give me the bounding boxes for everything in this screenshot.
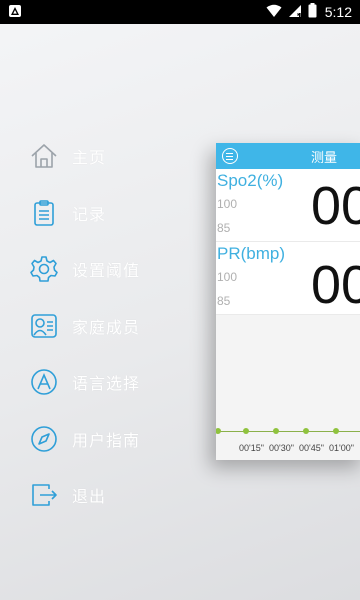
clipboard-icon [28, 197, 60, 229]
pr-low-limit: 85 [217, 294, 231, 308]
menu-toggle-icon[interactable] [222, 148, 238, 164]
measurement-title: 测量 [311, 151, 338, 166]
time-tick-label: 01'00" [329, 443, 354, 453]
menu-item-label: 设置阈值 [72, 261, 141, 281]
axis-dot [216, 428, 221, 434]
measurement-screen-card[interactable]: 测量 Spo2(%) 100 85 00 PR(bmp) 100 85 00 0… [216, 143, 360, 460]
pr-value: 00 [311, 255, 360, 315]
app-notification-icon [9, 5, 21, 17]
pr-panel: PR(bmp) 100 85 00 [216, 242, 360, 315]
spo2-panel: Spo2(%) 100 85 00 [216, 169, 360, 242]
menu-item-family[interactable]: 家庭成员 [28, 298, 218, 355]
wifi-icon [266, 3, 282, 22]
menu-item-label: 主页 [72, 148, 107, 168]
axis-dot [273, 428, 279, 434]
gear-icon [28, 253, 60, 285]
status-bar: 5:12 [0, 0, 360, 24]
pr-high-limit: 100 [217, 270, 238, 284]
family-members-icon [28, 310, 60, 342]
menu-item-exit[interactable]: 退出 [28, 467, 218, 524]
compass-icon [28, 423, 60, 455]
menu-item-label: 退出 [72, 487, 107, 507]
waveform-area: 00'15" 00'30" 00'45" 01'00" [216, 315, 360, 460]
spo2-low-limit: 85 [217, 221, 231, 235]
time-tick-label: 00'30" [269, 443, 294, 453]
menu-item-label: 用户指南 [72, 430, 141, 450]
axis-dot [303, 428, 309, 434]
menu-item-threshold[interactable]: 设置阈值 [28, 241, 218, 298]
language-a-icon [28, 366, 60, 398]
menu-item-label: 记录 [72, 204, 107, 224]
status-time: 5:12 [324, 4, 352, 20]
axis-dot [243, 428, 249, 434]
axis-dot [333, 428, 339, 434]
menu-item-records[interactable]: 记录 [28, 185, 218, 242]
side-menu: 主页 记录 设置阈值 家庭成员 语言选择 用户指南 退出 [28, 128, 218, 524]
time-tick-label: 00'15" [239, 443, 264, 453]
signal-icon [288, 3, 302, 22]
menu-item-language[interactable]: 语言选择 [28, 354, 218, 411]
spo2-high-limit: 100 [217, 197, 238, 211]
battery-icon [308, 2, 317, 22]
menu-item-guide[interactable]: 用户指南 [28, 411, 218, 468]
home-icon [28, 140, 60, 172]
pr-label: PR(bmp) [217, 244, 286, 263]
spo2-value: 00 [311, 176, 360, 236]
menu-item-label: 家庭成员 [72, 317, 141, 337]
time-tick-label: 00'45" [299, 443, 324, 453]
exit-icon [28, 479, 60, 511]
menu-item-home[interactable]: 主页 [28, 128, 218, 185]
spo2-label: Spo2(%) [217, 171, 284, 190]
menu-item-label: 语言选择 [72, 374, 141, 394]
measurement-header: 测量 [216, 143, 360, 169]
